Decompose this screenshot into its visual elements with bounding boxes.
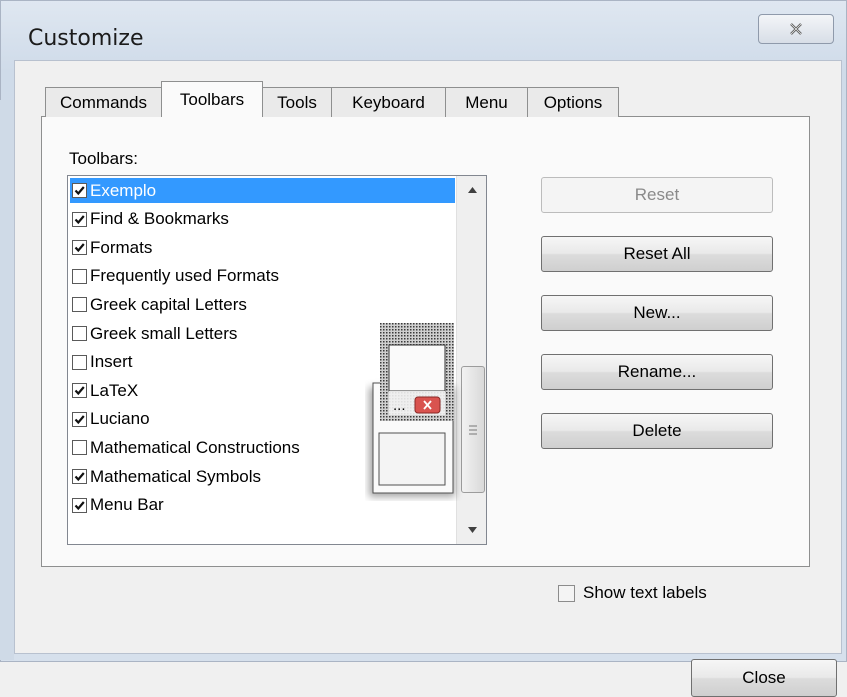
list-item-label: Formats [90,237,153,257]
checkbox-unchecked-icon[interactable] [72,268,87,284]
list-item-label: Greek small Letters [90,323,238,343]
scroll-up-button[interactable] [457,176,486,204]
toolbars-label: Toolbars: [69,149,138,168]
checkbox-unchecked-icon[interactable] [72,326,87,341]
ghost-dots: ... [393,397,406,414]
checkbox-checked-icon[interactable] [72,183,87,198]
tab-label: Keyboard [352,92,425,112]
close-button[interactable]: Close [691,659,837,697]
checkbox-checked-icon[interactable] [72,383,87,399]
list-item[interactable]: Find & Bookmarks [70,207,455,232]
scroll-down-button[interactable] [457,516,486,544]
list-item[interactable]: Exemplo [70,178,455,203]
show-text-labels-label: Show text labels [583,583,707,602]
list-item[interactable]: Formats [70,235,455,260]
reset-label: Reset [634,185,680,204]
list-item-label: Exemplo [90,180,157,200]
delete-label: Delete [632,421,682,440]
list-item-label: Insert [90,352,133,372]
list-item-label: Mathematical Constructions [90,437,300,457]
tab-label: Tools [277,92,317,112]
tab-label: Commands [60,92,147,112]
reset-all-label: Reset All [623,244,691,263]
tab-label: Menu [465,92,508,112]
checkbox-unchecked-icon[interactable] [72,354,87,370]
checkbox-checked-icon[interactable] [72,240,87,256]
checkbox-unchecked-icon[interactable] [72,440,87,456]
close-label: Close [742,668,786,687]
drag-outline-icon [369,323,455,497]
window-edge [0,100,14,660]
tab-label: Options [543,92,603,112]
tab-commands[interactable]: Commands [45,87,162,117]
grip-icon [469,425,477,434]
list-item-label: LaTeX [90,380,139,400]
list-item-label: Menu Bar [90,495,164,515]
rename-label: Rename... [617,362,697,381]
list-item-label: Mathematical Symbols [90,466,262,486]
arrow-down-icon [467,527,477,533]
tab-keyboard[interactable]: Keyboard [331,87,446,117]
list-item[interactable]: Frequently used Formats [70,264,455,289]
dialog-client: Commands Toolbars Tools Keyboard Menu Op… [14,60,842,697]
title-close-button[interactable] [758,14,834,44]
list-item-label: Greek capital Letters [90,294,247,314]
arrow-up-icon [467,187,477,193]
checkbox-checked-icon[interactable] [72,411,87,427]
reset-button[interactable]: Reset [541,177,773,213]
tab-menu[interactable]: Menu [445,87,528,117]
checkbox-checked-icon[interactable] [72,497,87,513]
window-title: Customize [28,26,144,51]
tab-toolbars[interactable]: Toolbars [161,81,263,117]
checkbox-checked-icon[interactable] [72,211,87,227]
show-text-labels-checkbox[interactable]: Show text labels [556,583,707,603]
close-icon [790,23,802,35]
tab-label: Toolbars [179,89,245,109]
delete-button[interactable]: Delete [541,413,773,449]
checkbox-box[interactable] [558,584,575,602]
rename-button[interactable]: Rename... [541,354,773,390]
list-item-label: Luciano [90,409,150,429]
checkbox-checked-icon[interactable] [72,469,87,484]
tab-options[interactable]: Options [527,87,619,117]
floating-toolbar-drag-ghost[interactable]: ... [365,323,465,501]
reset-all-button[interactable]: Reset All [541,236,773,272]
list-item[interactable]: Greek capital Letters [70,292,455,317]
new-label: New... [633,303,681,322]
list-item-label: Frequently used Formats [90,266,279,286]
checkbox-unchecked-icon[interactable] [72,297,87,313]
list-item-label: Find & Bookmarks [90,209,229,229]
new-button[interactable]: New... [541,295,773,331]
tab-tools[interactable]: Tools [262,87,332,117]
